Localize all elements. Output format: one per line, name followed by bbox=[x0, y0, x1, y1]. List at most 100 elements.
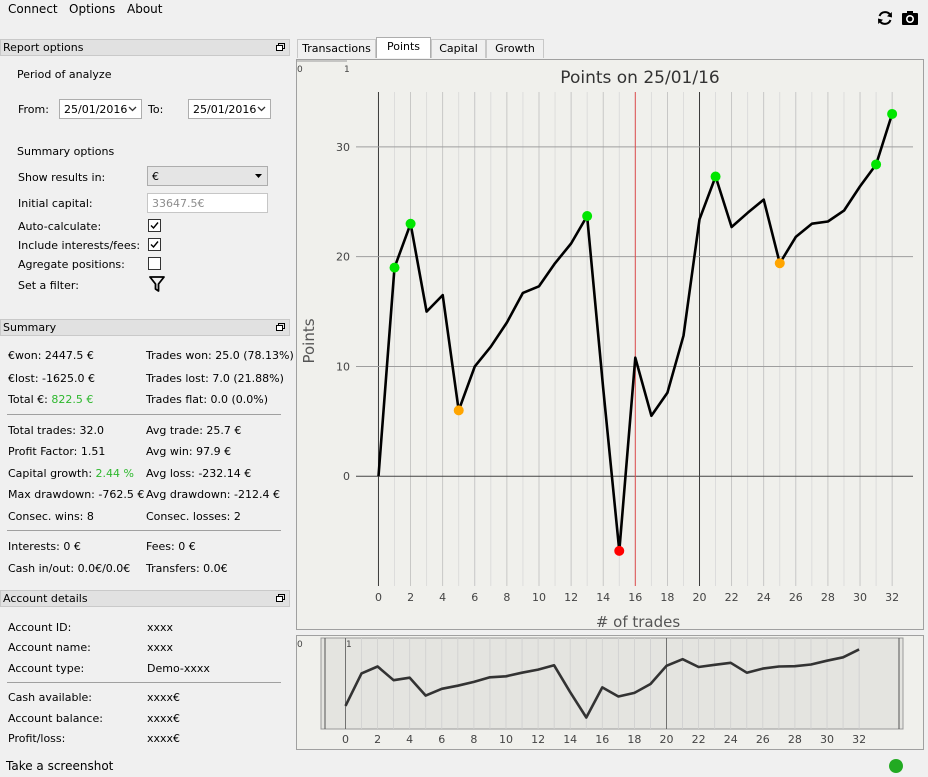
restore-icon[interactable] bbox=[276, 594, 285, 602]
total-trades-stat: Total trades: 32.0 bbox=[8, 424, 104, 437]
trade-marker-win bbox=[887, 108, 898, 119]
overview-x-tick-label: 14 bbox=[563, 733, 577, 746]
transfers-stat: Transfers: 0.0€ bbox=[146, 562, 228, 575]
overview-x-tick-label: 22 bbox=[692, 733, 706, 746]
check-icon bbox=[150, 241, 159, 249]
points-chart-panel: 0 1 0 2 4 6 8 10 12 14 16 18 20 22 24 26 28 30 32 0 10 20 30 Po… bbox=[296, 59, 924, 631]
tab-transactions[interactable]: Transactions bbox=[297, 39, 376, 58]
menu-connect[interactable]: Connect bbox=[8, 2, 58, 16]
cash-available-value: xxxx€ bbox=[147, 691, 181, 704]
include-interests-checkbox[interactable] bbox=[148, 238, 161, 251]
filter-icon[interactable] bbox=[149, 276, 165, 293]
account-balance-value: xxxx€ bbox=[147, 712, 181, 725]
auto-calculate-checkbox[interactable] bbox=[148, 219, 161, 232]
trade-marker-win bbox=[871, 159, 882, 170]
trade-marker-mid bbox=[774, 258, 785, 269]
cash-inout-stat: Cash in/out: 0.0€/0.0€ bbox=[8, 562, 131, 575]
connection-status-indicator bbox=[889, 759, 903, 773]
status-text[interactable]: Take a screenshot bbox=[6, 759, 113, 773]
overview-x-tick-label: 2 bbox=[374, 733, 381, 746]
menu-options[interactable]: Options bbox=[69, 2, 115, 16]
account-details-header: Account details bbox=[0, 590, 290, 607]
overview-x-tick-label: 18 bbox=[627, 733, 641, 746]
initial-capital-input[interactable]: 33647.5€ bbox=[147, 193, 268, 213]
aggregate-checkbox[interactable] bbox=[148, 257, 161, 270]
cash-available-label: Cash available: bbox=[8, 691, 92, 704]
x-tick-label: 14 bbox=[596, 591, 610, 604]
x-axis-label: # of trades bbox=[596, 613, 681, 629]
fees-stat: Fees: 0 € bbox=[146, 540, 196, 553]
points-chart[interactable]: 0 10 2 4 6 8 10 12 14 16 18 20 22 24 26 28 30 320102030Po… bbox=[297, 60, 923, 631]
restore-icon[interactable] bbox=[276, 323, 285, 331]
avg-trade-stat: Avg trade: 25.7 € bbox=[146, 424, 242, 437]
avg-loss-stat: Avg loss: -232.14 € bbox=[146, 467, 252, 480]
overview-x-tick-label: 28 bbox=[788, 733, 802, 746]
overview-x-tick-label: 10 bbox=[499, 733, 513, 746]
overview-x-tick-label: 8 bbox=[470, 733, 477, 746]
overview-x-tick-label: 6 bbox=[438, 733, 445, 746]
overview-x-tick-label: 12 bbox=[531, 733, 545, 746]
x-tick-label: 24 bbox=[757, 591, 771, 604]
interests-stat: Interests: 0 € bbox=[8, 540, 81, 553]
from-date-value: 25/01/2016 bbox=[64, 103, 128, 116]
divider bbox=[7, 530, 281, 531]
filter-label: Set a filter: bbox=[18, 279, 79, 292]
account-name-value: xxxx bbox=[147, 641, 174, 654]
lost-stat: €lost: -1625.0 € bbox=[8, 372, 95, 385]
corner-label: 1 bbox=[344, 65, 350, 75]
report-options-title: Report options bbox=[3, 41, 84, 54]
auto-calculate-label: Auto-calculate: bbox=[18, 220, 102, 233]
account-type-label: Account type: bbox=[8, 662, 85, 675]
summary-header: Summary bbox=[0, 319, 290, 336]
chevron-down-icon bbox=[257, 106, 266, 112]
trade-marker-win bbox=[405, 218, 416, 229]
consec-losses-stat: Consec. losses: 2 bbox=[146, 510, 241, 523]
x-tick-label: 32 bbox=[885, 591, 899, 604]
from-date-picker[interactable]: 25/01/2016 bbox=[59, 99, 142, 119]
consec-wins-stat: Consec. wins: 8 bbox=[8, 510, 94, 523]
account-balance-label: Account balance: bbox=[8, 712, 103, 725]
to-date-picker[interactable]: 25/01/2016 bbox=[188, 99, 271, 119]
overview-chart[interactable]: 0 10 2 4 6 8 10 12 14 16 18 20 22 24 26 28 30 32 bbox=[297, 636, 923, 749]
profit-loss-value: xxxx€ bbox=[147, 732, 181, 745]
check-icon bbox=[150, 222, 159, 230]
account-id-value: xxxx bbox=[147, 621, 174, 634]
trades-flat-stat: Trades flat: 0.0 (0.0%) bbox=[146, 393, 269, 406]
period-label: Period of analyze bbox=[17, 68, 112, 81]
x-tick-label: 2 bbox=[407, 591, 414, 604]
x-tick-label: 10 bbox=[532, 591, 546, 604]
x-tick-label: 28 bbox=[821, 591, 835, 604]
account-id-label: Account ID: bbox=[8, 621, 72, 634]
x-tick-label: 12 bbox=[564, 591, 578, 604]
show-results-label: Show results in: bbox=[18, 171, 106, 184]
y-tick-label: 10 bbox=[336, 360, 350, 373]
currency-select[interactable]: € bbox=[147, 166, 268, 186]
menu-about[interactable]: About bbox=[127, 2, 162, 16]
refresh-icon[interactable] bbox=[876, 9, 894, 27]
initial-capital-label: Initial capital: bbox=[18, 197, 93, 210]
summary-options-label: Summary options bbox=[17, 145, 115, 158]
total-stat: Total €: 822.5 € bbox=[8, 393, 93, 406]
currency-value: € bbox=[152, 170, 159, 183]
x-tick-label: 20 bbox=[693, 591, 707, 604]
y-tick-label: 30 bbox=[336, 141, 350, 154]
tab-capital[interactable]: Capital bbox=[431, 39, 486, 58]
total-label: Total €: bbox=[8, 393, 52, 406]
summary-title: Summary bbox=[3, 321, 57, 334]
total-value: 822.5 € bbox=[51, 393, 94, 406]
aggregate-label: Agregate positions: bbox=[18, 258, 125, 271]
capital-growth-label: Capital growth: bbox=[8, 467, 96, 480]
tab-points[interactable]: Points bbox=[376, 37, 431, 58]
capital-growth-stat: Capital growth: 2.44 % bbox=[8, 467, 134, 480]
chevron-down-icon bbox=[128, 106, 137, 112]
x-tick-label: 0 bbox=[375, 591, 382, 604]
report-options-header: Report options bbox=[0, 39, 290, 56]
camera-icon[interactable] bbox=[901, 9, 919, 27]
tab-growth[interactable]: Growth bbox=[486, 39, 544, 58]
include-interests-label: Include interests/fees: bbox=[18, 239, 141, 252]
to-date-value: 25/01/2016 bbox=[193, 103, 257, 116]
restore-icon[interactable] bbox=[276, 43, 285, 51]
overview-x-tick-label: 0 bbox=[342, 733, 349, 746]
to-label: To: bbox=[148, 103, 164, 116]
overview-selection-region bbox=[320, 637, 904, 730]
